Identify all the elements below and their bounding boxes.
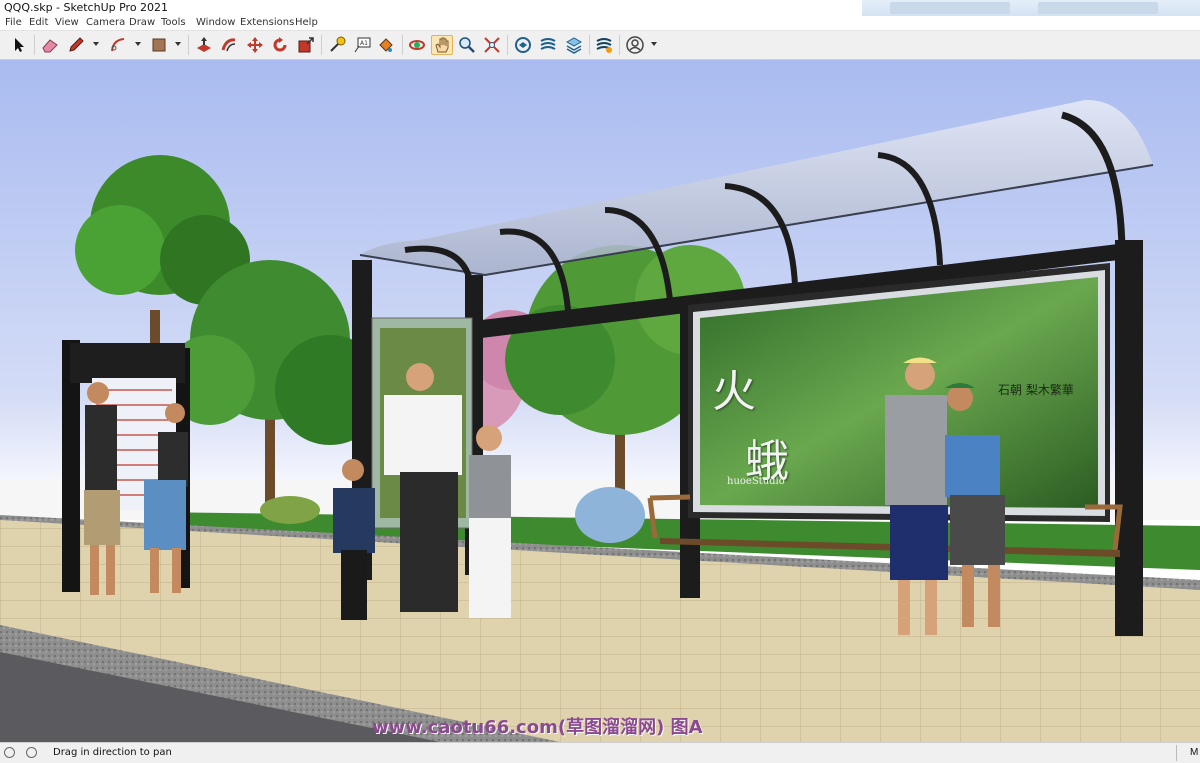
- watermark-text: www.caotu66.com(草图溜溜网) 图A: [372, 717, 703, 738]
- extension-manager-tool-button[interactable]: [594, 35, 614, 55]
- account-dropdown[interactable]: [651, 42, 657, 46]
- user-circle-icon: [626, 36, 644, 54]
- menu-bar: File Edit View Camera Draw Tools Window …: [0, 16, 1200, 31]
- rotate-icon: [273, 37, 287, 52]
- status-divider: [1176, 745, 1177, 761]
- magnifier-icon: [459, 37, 475, 53]
- menu-edit[interactable]: Edit: [29, 17, 48, 28]
- yellow-shrub: [260, 496, 320, 524]
- line-tool-dropdown[interactable]: [93, 42, 99, 46]
- tape-measure-icon: [330, 36, 346, 52]
- menu-camera[interactable]: Camera: [86, 17, 125, 28]
- push-pull-icon: [197, 37, 211, 52]
- extension-warehouse-icon: [540, 38, 556, 50]
- billboard-studio-label: huoeStudio: [727, 476, 785, 487]
- zoom-tool-button[interactable]: [457, 35, 477, 55]
- eraser-tool-button[interactable]: [40, 35, 60, 55]
- billboard-side-text: 石朝 梨木繁華: [998, 383, 1074, 397]
- zoom-extents-icon: [484, 37, 500, 53]
- measurements-label: M: [1190, 747, 1199, 758]
- menu-extensions[interactable]: Extensions: [240, 17, 294, 28]
- hand-icon: [435, 37, 449, 53]
- text-a1-icon: A1: [354, 37, 371, 53]
- layers-icon: [565, 37, 583, 54]
- toolbar-separator: [321, 35, 322, 55]
- orbit-icon: [409, 40, 425, 50]
- zoom-extents-tool-button[interactable]: [482, 35, 502, 55]
- extension-manager-icon: [596, 38, 612, 53]
- arrow-cursor-icon: [15, 38, 24, 52]
- bus-shelter-scene: [0, 60, 1200, 742]
- text-tool-button[interactable]: A1: [352, 35, 372, 55]
- toolbar-separator: [589, 35, 590, 55]
- shape-tool-button[interactable]: [149, 35, 169, 55]
- arc-tool-button[interactable]: [108, 35, 128, 55]
- offset-icon: [221, 38, 236, 52]
- shape-tool-dropdown[interactable]: [175, 42, 181, 46]
- warehouse-icon: [515, 37, 531, 53]
- scale-tool-button[interactable]: [296, 35, 316, 55]
- layout-tool-button[interactable]: [564, 35, 584, 55]
- model-viewport[interactable]: 火 蛾 huoeStudio 石朝 梨木繁華: [0, 60, 1200, 742]
- main-toolbar: A1: [0, 31, 1200, 60]
- account-tool-button[interactable]: [625, 35, 645, 55]
- tape-measure-tool-button[interactable]: [327, 35, 347, 55]
- geo-location-icon[interactable]: [4, 747, 15, 758]
- offset-tool-button[interactable]: [219, 35, 239, 55]
- paint-bucket-tool-button[interactable]: [376, 35, 396, 55]
- pan-tool-button[interactable]: [431, 35, 453, 55]
- move-tool-button[interactable]: [245, 35, 265, 55]
- menu-draw[interactable]: Draw: [129, 17, 155, 28]
- status-bar: Drag in direction to pan M: [0, 742, 1200, 763]
- pencil-icon: [69, 37, 84, 52]
- paint-bucket-icon: [379, 38, 393, 52]
- menu-tools[interactable]: Tools: [161, 17, 186, 28]
- menu-help[interactable]: Help: [295, 17, 318, 28]
- select-tool-button[interactable]: [9, 35, 29, 55]
- menu-file[interactable]: File: [5, 17, 22, 28]
- extension-warehouse-tool-button[interactable]: [538, 35, 558, 55]
- toolbar-separator: [188, 35, 189, 55]
- toolbar-separator: [34, 35, 35, 55]
- toolbar-separator: [507, 35, 508, 55]
- taskbar-tabs: [862, 0, 1200, 16]
- window-title: QQQ.skp - SketchUp Pro 2021: [4, 1, 169, 14]
- scale-icon: [298, 37, 314, 53]
- orbit-tool-button[interactable]: [407, 35, 427, 55]
- move-arrows-icon: [247, 37, 263, 53]
- svg-text:A1: A1: [360, 40, 368, 47]
- menu-window[interactable]: Window: [196, 17, 235, 28]
- arc-icon: [111, 38, 125, 52]
- rectangle-icon: [152, 38, 166, 52]
- instructor-info-icon[interactable]: [26, 747, 37, 758]
- blue-shrub: [575, 487, 645, 543]
- taskbar-tab[interactable]: [890, 2, 1010, 14]
- toolbar-separator: [619, 35, 620, 55]
- billboard-character-1: 火: [712, 366, 756, 417]
- title-bar: QQQ.skp - SketchUp Pro 2021: [0, 0, 1200, 16]
- line-tool-button[interactable]: [66, 35, 86, 55]
- push-pull-tool-button[interactable]: [194, 35, 214, 55]
- rotate-tool-button[interactable]: [270, 35, 290, 55]
- menu-view[interactable]: View: [55, 17, 79, 28]
- arc-tool-dropdown[interactable]: [135, 42, 141, 46]
- eraser-icon: [42, 39, 58, 53]
- status-message: Drag in direction to pan: [53, 747, 172, 758]
- 3d-warehouse-tool-button[interactable]: [513, 35, 533, 55]
- taskbar-tab[interactable]: [1038, 2, 1158, 14]
- toolbar-separator: [402, 35, 403, 55]
